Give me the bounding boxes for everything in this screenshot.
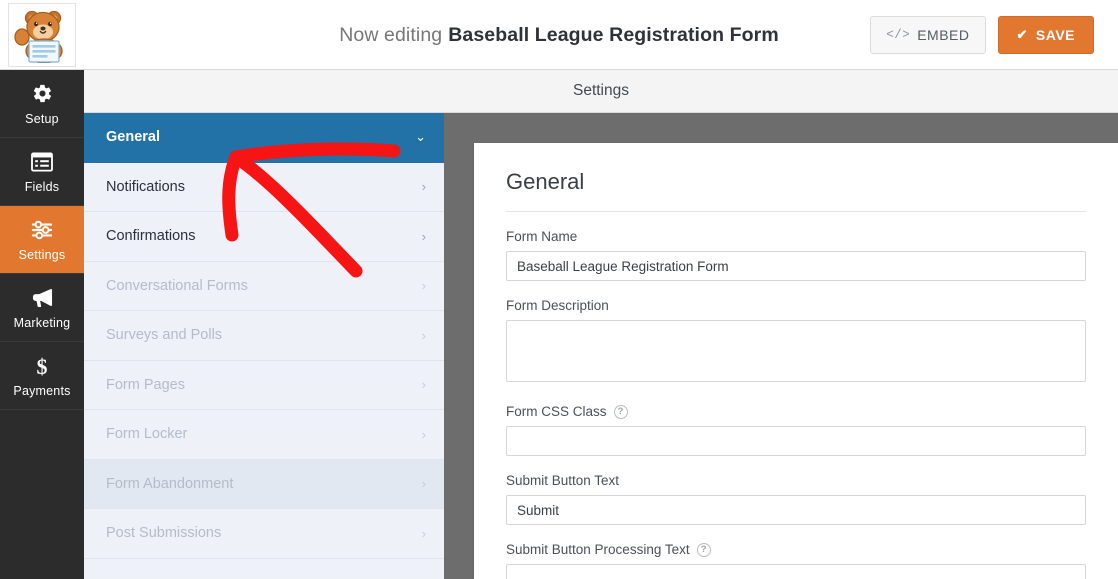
field-label: Form Description (506, 298, 1086, 313)
settings-menu-label: Form Abandonment (106, 475, 234, 492)
save-button-label: SAVE (1035, 27, 1075, 43)
settings-menu-item-form-pages[interactable]: Form Pages › (84, 360, 444, 410)
chevron-right-icon: › (421, 179, 426, 195)
field-submit-button-processing-text: Submit Button Processing Text ? (506, 542, 1086, 579)
settings-menu-item-conversational-forms[interactable]: Conversational Forms › (84, 261, 444, 311)
field-label-text: Form CSS Class (506, 404, 607, 419)
dollar-icon: $ (34, 354, 50, 378)
sidebar-item-label: Setup (25, 111, 59, 126)
field-label-text: Form Name (506, 229, 578, 244)
settings-content-area: General Form Name Form Description Form … (444, 113, 1118, 579)
wpforms-form-builder: Now editing Baseball League Registration… (0, 0, 1118, 579)
field-form-description: Form Description (506, 298, 1086, 387)
settings-menu-panel: General ⌄ Notifications › Confirmations … (84, 113, 444, 579)
sidebar-item-fields[interactable]: Fields (0, 138, 84, 206)
chevron-down-icon: ⌄ (415, 129, 426, 145)
field-label-text: Form Description (506, 298, 609, 313)
builder-sidebar: Setup Fields Settings Marketing $ Paymen… (0, 70, 84, 579)
form-css-class-input[interactable] (506, 426, 1086, 456)
settings-menu-item-notifications[interactable]: Notifications › (84, 162, 444, 212)
general-settings-card: General Form Name Form Description Form … (474, 143, 1118, 579)
settings-menu-label: Notifications (106, 178, 185, 195)
sidebar-item-marketing[interactable]: Marketing (0, 274, 84, 342)
chevron-right-icon: › (421, 327, 426, 343)
sidebar-item-payments[interactable]: $ Payments (0, 342, 84, 410)
field-form-name: Form Name (506, 229, 1086, 281)
sidebar-item-label: Marketing (13, 315, 71, 330)
sidebar-item-label: Settings (18, 247, 66, 262)
settings-menu-item-form-locker[interactable]: Form Locker › (84, 410, 444, 460)
settings-menu-label: Form Pages (106, 376, 185, 393)
settings-menu-label: Surveys and Polls (106, 327, 223, 344)
settings-menu-label: Form Locker (106, 426, 188, 443)
settings-menu-item-post-submissions[interactable]: Post Submissions › (84, 509, 444, 559)
field-label-text: Submit Button Text (506, 473, 620, 488)
svg-text:$: $ (37, 355, 48, 377)
settings-menu-label: General (106, 129, 160, 146)
settings-menu-label: Post Submissions (106, 525, 222, 542)
editing-prefix: Now editing (339, 23, 443, 46)
chevron-right-icon: › (421, 476, 426, 492)
help-icon[interactable]: ? (613, 404, 628, 419)
checkmark-icon: ✔ (1016, 27, 1028, 42)
gear-icon (32, 82, 53, 106)
form-title: Baseball League Registration Form (448, 23, 779, 46)
field-submit-button-text: Submit Button Text (506, 473, 1086, 525)
chevron-right-icon: › (421, 278, 426, 294)
settings-header: Settings (84, 70, 1118, 113)
form-description-textarea[interactable] (506, 320, 1086, 382)
save-button[interactable]: ✔ SAVE (997, 16, 1094, 54)
code-brackets-icon: </> (886, 28, 911, 42)
field-label: Submit Button Text (506, 473, 1086, 488)
submit-button-processing-text-input[interactable] (506, 564, 1086, 579)
field-label: Submit Button Processing Text ? (506, 542, 1086, 557)
settings-menu-item-confirmations[interactable]: Confirmations › (84, 212, 444, 262)
form-name-input[interactable] (506, 251, 1086, 281)
settings-menu-label: Confirmations (106, 228, 196, 245)
settings-menu-item-surveys-and-polls[interactable]: Surveys and Polls › (84, 311, 444, 361)
settings-header-title: Settings (572, 82, 629, 99)
embed-button-label: EMBED (917, 27, 970, 43)
settings-menu-item-form-abandonment[interactable]: Form Abandonment › (84, 459, 444, 509)
list-icon (31, 150, 53, 174)
help-icon[interactable]: ? (696, 542, 711, 557)
panel-title: General (506, 169, 1086, 212)
top-bar: Now editing Baseball League Registration… (0, 0, 1118, 70)
submit-button-text-input[interactable] (506, 495, 1086, 525)
settings-menu-label: Conversational Forms (106, 277, 248, 294)
embed-button[interactable]: </> EMBED (870, 16, 986, 54)
sidebar-item-label: Fields (24, 179, 60, 194)
chevron-right-icon: › (421, 426, 426, 442)
sidebar-item-settings[interactable]: Settings (0, 206, 84, 274)
field-label: Form Name (506, 229, 1086, 244)
field-label: Form CSS Class ? (506, 404, 1086, 419)
sidebar-item-label: Payments (13, 383, 71, 398)
field-label-text: Submit Button Processing Text (506, 542, 690, 557)
settings-menu-item-general[interactable]: General ⌄ (84, 113, 444, 163)
topbar-actions: </> EMBED ✔ SAVE (870, 16, 1094, 54)
sidebar-item-setup[interactable]: Setup (0, 70, 84, 138)
chevron-right-icon: › (421, 228, 426, 244)
chevron-right-icon: › (421, 377, 426, 393)
sliders-icon (31, 218, 53, 242)
chevron-right-icon: › (421, 525, 426, 541)
megaphone-icon (31, 286, 54, 310)
field-form-css-class: Form CSS Class ? (506, 404, 1086, 456)
